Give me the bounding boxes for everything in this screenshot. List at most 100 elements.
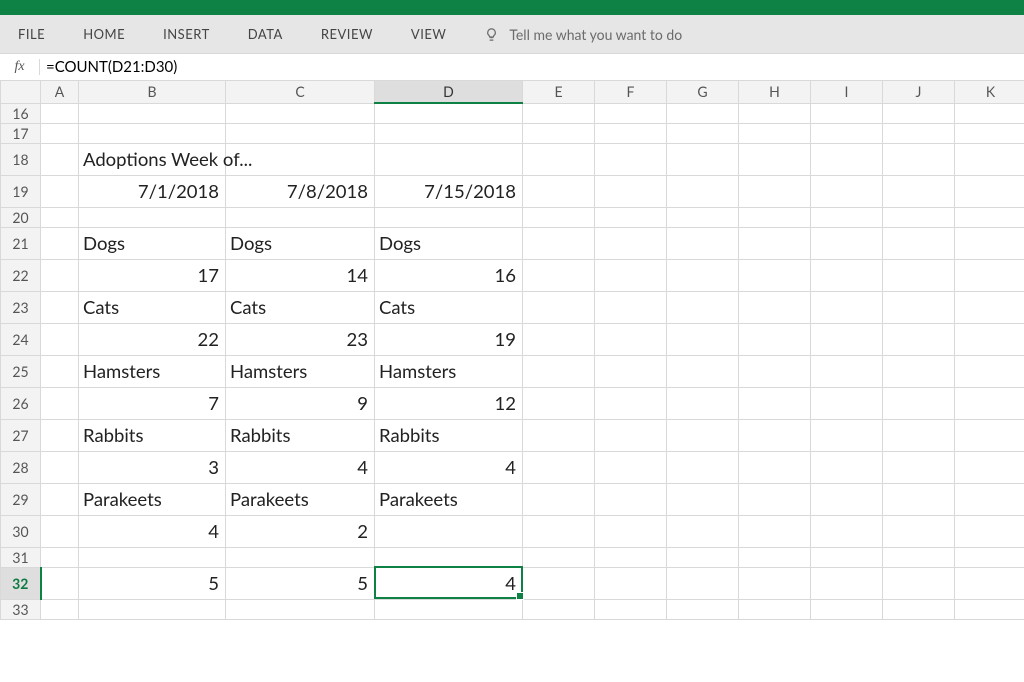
cell-G21[interactable]	[667, 227, 739, 259]
tab-home[interactable]: HOME	[83, 26, 125, 42]
cell-K22[interactable]	[955, 259, 1024, 291]
row-header-22[interactable]: 22	[1, 259, 41, 291]
cell-B25[interactable]: Hamsters	[79, 355, 226, 387]
cell-G27[interactable]	[667, 419, 739, 451]
cell-K16[interactable]	[955, 103, 1024, 123]
cell-F31[interactable]	[595, 547, 667, 567]
cell-J25[interactable]	[883, 355, 955, 387]
cell-C17[interactable]	[226, 123, 375, 143]
cell-E30[interactable]	[523, 515, 595, 547]
cell-G23[interactable]	[667, 291, 739, 323]
cell-F32[interactable]	[595, 567, 667, 599]
cell-B33[interactable]	[79, 599, 226, 619]
cell-B30[interactable]: 4	[79, 515, 226, 547]
cell-K25[interactable]	[955, 355, 1024, 387]
row-header-26[interactable]: 26	[1, 387, 41, 419]
cell-I18[interactable]	[811, 143, 883, 175]
col-header-K[interactable]: K	[955, 81, 1024, 103]
cell-B26[interactable]: 7	[79, 387, 226, 419]
cell-H22[interactable]	[739, 259, 811, 291]
cell-J18[interactable]	[883, 143, 955, 175]
cell-J24[interactable]	[883, 323, 955, 355]
cell-G33[interactable]	[667, 599, 739, 619]
cell-I20[interactable]	[811, 207, 883, 227]
cell-G22[interactable]	[667, 259, 739, 291]
cell-G26[interactable]	[667, 387, 739, 419]
cell-E32[interactable]	[523, 567, 595, 599]
cell-I29[interactable]	[811, 483, 883, 515]
cell-A20[interactable]	[41, 207, 79, 227]
cell-D29[interactable]: Parakeets	[375, 483, 523, 515]
cell-K33[interactable]	[955, 599, 1024, 619]
row-header-29[interactable]: 29	[1, 483, 41, 515]
cell-D23[interactable]: Cats	[375, 291, 523, 323]
cell-A32[interactable]	[41, 567, 79, 599]
cell-E25[interactable]	[523, 355, 595, 387]
cell-J32[interactable]	[883, 567, 955, 599]
cell-G18[interactable]	[667, 143, 739, 175]
row-header-33[interactable]: 33	[1, 599, 41, 619]
cell-F33[interactable]	[595, 599, 667, 619]
cell-C23[interactable]: Cats	[226, 291, 375, 323]
cell-K21[interactable]	[955, 227, 1024, 259]
cell-E17[interactable]	[523, 123, 595, 143]
cell-C31[interactable]	[226, 547, 375, 567]
col-header-J[interactable]: J	[883, 81, 955, 103]
cell-J29[interactable]	[883, 483, 955, 515]
cell-C32[interactable]: 5	[226, 567, 375, 599]
worksheet-grid[interactable]: ABCDEFGHIJK 161718Adoptions Week of...19…	[0, 81, 1024, 620]
cell-D33[interactable]	[375, 599, 523, 619]
cell-F22[interactable]	[595, 259, 667, 291]
cell-I17[interactable]	[811, 123, 883, 143]
cell-E27[interactable]	[523, 419, 595, 451]
cell-A27[interactable]	[41, 419, 79, 451]
cell-I23[interactable]	[811, 291, 883, 323]
cell-A29[interactable]	[41, 483, 79, 515]
cell-B24[interactable]: 22	[79, 323, 226, 355]
cell-C29[interactable]: Parakeets	[226, 483, 375, 515]
cell-D30[interactable]	[375, 515, 523, 547]
cell-H26[interactable]	[739, 387, 811, 419]
cell-F18[interactable]	[595, 143, 667, 175]
cell-H16[interactable]	[739, 103, 811, 123]
cell-F28[interactable]	[595, 451, 667, 483]
cell-J16[interactable]	[883, 103, 955, 123]
cell-D24[interactable]: 19	[375, 323, 523, 355]
cell-J21[interactable]	[883, 227, 955, 259]
cell-K24[interactable]	[955, 323, 1024, 355]
cell-E31[interactable]	[523, 547, 595, 567]
cell-I33[interactable]	[811, 599, 883, 619]
cell-B27[interactable]: Rabbits	[79, 419, 226, 451]
cell-A33[interactable]	[41, 599, 79, 619]
tab-file[interactable]: FILE	[18, 26, 45, 42]
cell-H18[interactable]	[739, 143, 811, 175]
cell-K27[interactable]	[955, 419, 1024, 451]
row-header-30[interactable]: 30	[1, 515, 41, 547]
cell-G20[interactable]	[667, 207, 739, 227]
cell-C16[interactable]	[226, 103, 375, 123]
cell-K29[interactable]	[955, 483, 1024, 515]
cell-A22[interactable]	[41, 259, 79, 291]
cell-E28[interactable]	[523, 451, 595, 483]
cell-D32[interactable]: 4	[375, 567, 523, 599]
cell-K26[interactable]	[955, 387, 1024, 419]
cell-F26[interactable]	[595, 387, 667, 419]
cell-E33[interactable]	[523, 599, 595, 619]
cell-J17[interactable]	[883, 123, 955, 143]
cell-B18[interactable]: Adoptions Week of...	[79, 143, 226, 175]
cell-A25[interactable]	[41, 355, 79, 387]
cell-C25[interactable]: Hamsters	[226, 355, 375, 387]
cell-A28[interactable]	[41, 451, 79, 483]
cell-B31[interactable]	[79, 547, 226, 567]
cell-H29[interactable]	[739, 483, 811, 515]
cell-D19[interactable]: 7/15/2018	[375, 175, 523, 207]
cell-G25[interactable]	[667, 355, 739, 387]
cell-E21[interactable]	[523, 227, 595, 259]
cell-A16[interactable]	[41, 103, 79, 123]
cell-D27[interactable]: Rabbits	[375, 419, 523, 451]
cell-H31[interactable]	[739, 547, 811, 567]
col-header-A[interactable]: A	[41, 81, 79, 103]
cell-D21[interactable]: Dogs	[375, 227, 523, 259]
cell-D16[interactable]	[375, 103, 523, 123]
cell-A18[interactable]	[41, 143, 79, 175]
